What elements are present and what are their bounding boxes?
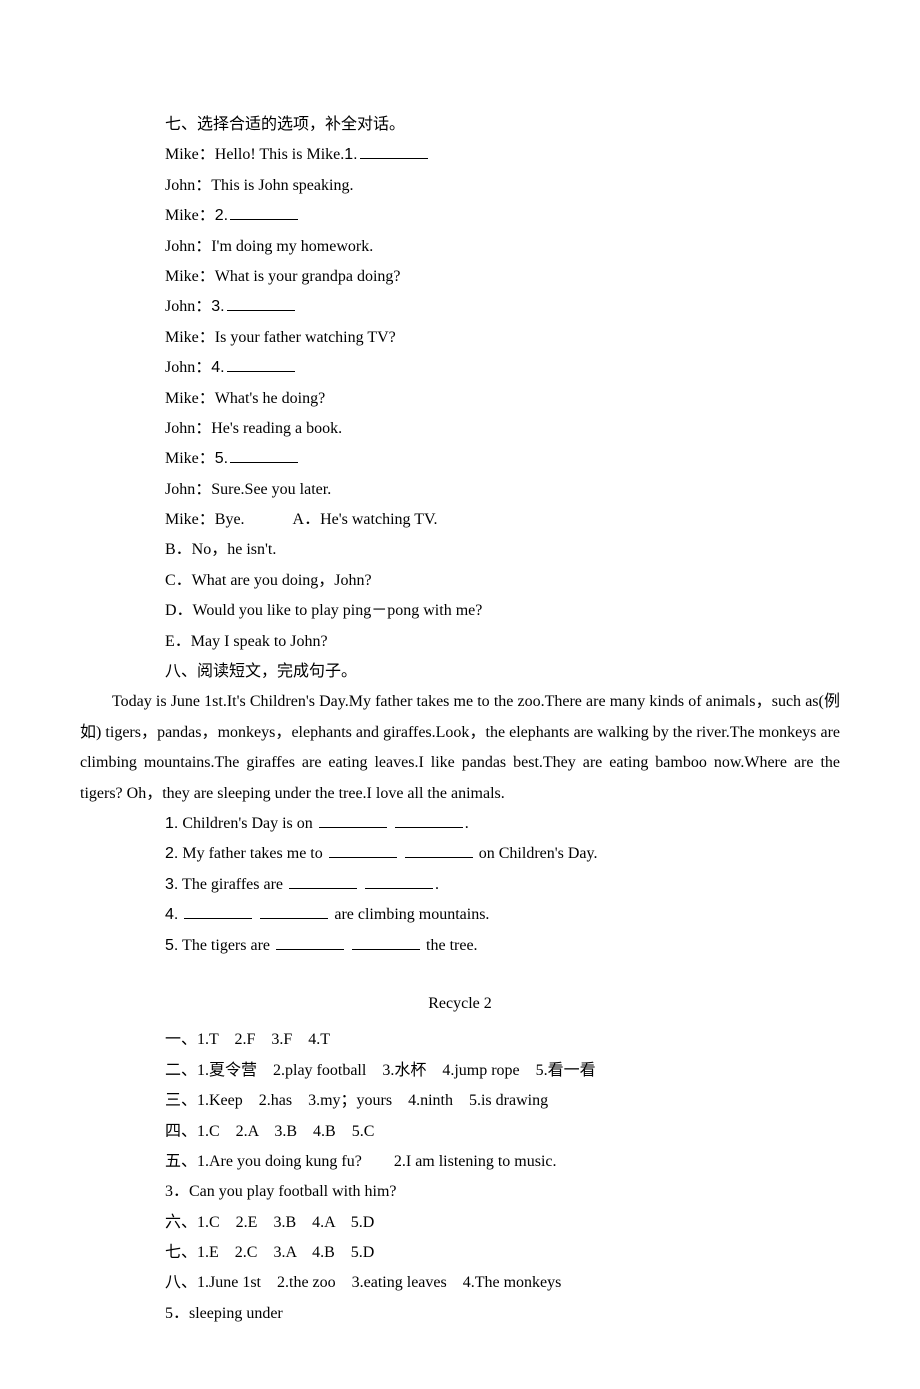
dialogue-line: John：4. bbox=[165, 353, 840, 383]
dialogue-line: Mike：Is your father watching TV? bbox=[165, 323, 840, 353]
answer-line: 五、1.Are you doing kung fu? 2.I am listen… bbox=[165, 1147, 840, 1177]
answer-line: 二、1.夏令营 2.play football 3.水杯 4.jump rope… bbox=[165, 1056, 840, 1086]
blank-number: 3. bbox=[211, 298, 224, 315]
dialogue-line: John：Sure.See you later. bbox=[165, 475, 840, 505]
fill-blank[interactable] bbox=[260, 902, 328, 919]
fill-blank[interactable] bbox=[405, 841, 473, 858]
q-text: . bbox=[435, 876, 439, 893]
q-text: . bbox=[465, 815, 469, 832]
fill-blank[interactable] bbox=[360, 142, 428, 159]
fill-blank[interactable] bbox=[395, 811, 463, 828]
text: Mike：Hello! This is Mike. bbox=[165, 146, 344, 163]
answer-line: 一、1.T 2.F 3.F 4.T bbox=[165, 1025, 840, 1055]
q-text: My father takes me to bbox=[178, 845, 326, 862]
section-8-heading: 八、阅读短文，完成句子。 bbox=[165, 657, 840, 687]
fill-blank[interactable] bbox=[184, 902, 252, 919]
answer-line: 四、1.C 2.A 3.B 4.B 5.C bbox=[165, 1117, 840, 1147]
answer-line: 八、1.June 1st 2.the zoo 3.eating leaves 4… bbox=[165, 1268, 840, 1298]
q-text: The giraffes are bbox=[178, 876, 287, 893]
answer-line: 七、1.E 2.C 3.A 4.B 5.D bbox=[165, 1238, 840, 1268]
fill-blank[interactable] bbox=[289, 872, 357, 889]
dialogue-line: John：He's reading a book. bbox=[165, 414, 840, 444]
q-num: 4. bbox=[165, 906, 178, 923]
blank-number: 2. bbox=[215, 207, 228, 224]
dialogue-line: Mike：2. bbox=[165, 201, 840, 231]
q-text: Children's Day is on bbox=[178, 815, 316, 832]
fill-blank[interactable] bbox=[230, 203, 298, 220]
text: Mike： bbox=[165, 207, 215, 224]
document-page: 七、选择合适的选项，补全对话。 Mike：Hello! This is Mike… bbox=[0, 0, 920, 1389]
text: John： bbox=[165, 359, 211, 376]
text: John： bbox=[165, 298, 211, 315]
dialogue-line: Mike：Hello! This is Mike.1. bbox=[165, 140, 840, 170]
dialogue-line: Mike：What is your grandpa doing? bbox=[165, 262, 840, 292]
dialogue-line: John：I'm doing my homework. bbox=[165, 232, 840, 262]
option-line: C．What are you doing，John? bbox=[165, 566, 840, 596]
fill-blank[interactable] bbox=[329, 841, 397, 858]
q-num: 1. bbox=[165, 815, 178, 832]
fill-blank[interactable] bbox=[227, 294, 295, 311]
dialogue-line: John：This is John speaking. bbox=[165, 171, 840, 201]
q-num: 5. bbox=[165, 937, 178, 954]
q-text: The tigers are bbox=[178, 937, 274, 954]
q-text: the tree. bbox=[422, 937, 478, 954]
question-line: 1. Children's Day is on . bbox=[165, 809, 840, 839]
fill-blank[interactable] bbox=[230, 446, 298, 463]
question-line: 5. The tigers are the tree. bbox=[165, 931, 840, 961]
blank-number: 1. bbox=[344, 146, 357, 163]
q-num: 3. bbox=[165, 876, 178, 893]
answer-line: 5．sleeping under bbox=[165, 1299, 840, 1329]
option-line: E．May I speak to John? bbox=[165, 627, 840, 657]
answers-title: Recycle 2 bbox=[80, 989, 840, 1019]
dialogue-line: Mike：Bye. A．He's watching TV. bbox=[165, 505, 840, 535]
fill-blank[interactable] bbox=[276, 933, 344, 950]
question-line: 2. My father takes me to on Children's D… bbox=[165, 839, 840, 869]
section-7-heading: 七、选择合适的选项，补全对话。 bbox=[165, 110, 840, 140]
blank-number: 5. bbox=[215, 450, 228, 467]
fill-blank[interactable] bbox=[352, 933, 420, 950]
option-line: D．Would you like to play ping－pong with … bbox=[165, 596, 840, 626]
reading-passage: Today is June 1st.It's Children's Day.My… bbox=[80, 687, 840, 809]
dialogue-line: John：3. bbox=[165, 292, 840, 322]
q-text bbox=[178, 906, 182, 923]
fill-blank[interactable] bbox=[319, 811, 387, 828]
text: Mike： bbox=[165, 450, 215, 467]
dialogue-line: Mike：5. bbox=[165, 444, 840, 474]
answer-line: 三、1.Keep 2.has 3.my；yours 4.ninth 5.is d… bbox=[165, 1086, 840, 1116]
answer-line: 六、1.C 2.E 3.B 4.A 5.D bbox=[165, 1208, 840, 1238]
option-line: B．No，he isn't. bbox=[165, 535, 840, 565]
q-text: on Children's Day. bbox=[475, 845, 598, 862]
fill-blank[interactable] bbox=[365, 872, 433, 889]
blank-number: 4. bbox=[211, 359, 224, 376]
answer-line: 3．Can you play football with him? bbox=[165, 1177, 840, 1207]
dialogue-line: Mike：What's he doing? bbox=[165, 384, 840, 414]
q-num: 2. bbox=[165, 845, 178, 862]
fill-blank[interactable] bbox=[227, 355, 295, 372]
question-line: 3. The giraffes are . bbox=[165, 870, 840, 900]
question-line: 4. are climbing mountains. bbox=[165, 900, 840, 930]
q-text: are climbing mountains. bbox=[330, 906, 489, 923]
